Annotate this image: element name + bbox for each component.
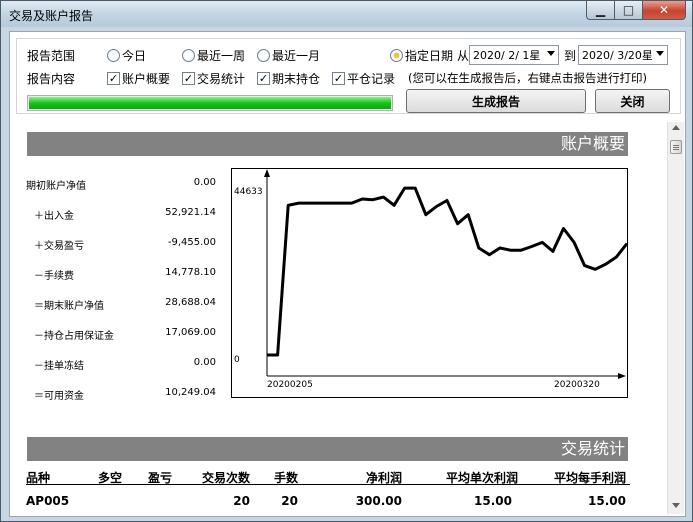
- summary-label: ＋出入金: [34, 211, 74, 222]
- table-cell: AP005: [26, 494, 70, 508]
- summary-value: 17,069.00: [165, 327, 216, 338]
- column-header[interactable]: 盈亏: [148, 469, 188, 486]
- scroll-thumb[interactable]: [670, 140, 682, 154]
- scroll-down-icon[interactable]: [672, 503, 680, 508]
- vertical-scrollbar[interactable]: [667, 122, 684, 514]
- summary-value: 28,688.04: [165, 297, 216, 308]
- chevron-down-icon: [547, 51, 555, 56]
- column-header[interactable]: 平均单次利润: [446, 469, 518, 486]
- check-label: 期末持仓: [272, 72, 321, 86]
- radio-label: 今日: [122, 49, 147, 63]
- table-cell: 20: [281, 494, 298, 508]
- radio-dot: [107, 49, 120, 62]
- radio-label: 最近一月: [272, 49, 321, 63]
- from-date-picker[interactable]: 2020/ 2/ 1星: [469, 45, 559, 65]
- window-title: 交易及账户报告: [9, 9, 94, 23]
- section-header-summary: 账户概要: [27, 132, 628, 156]
- check-end-positions[interactable]: ✓ 期末持仓: [257, 70, 320, 87]
- check-account-summary[interactable]: ✓ 账户概要: [107, 70, 170, 87]
- table-cell: 15.00: [474, 494, 512, 508]
- range-label: 报告范围: [27, 49, 76, 63]
- to-label: 到: [564, 49, 577, 63]
- scroll-up-icon[interactable]: [672, 125, 680, 130]
- column-header[interactable]: 交易次数: [198, 469, 250, 486]
- content-label: 报告内容: [27, 72, 76, 86]
- table-cell: 300.00: [355, 494, 402, 508]
- radio-label: 最近一周: [197, 49, 246, 63]
- table-row: AP005 20 20 300.00 15.00 15.00: [26, 494, 630, 510]
- chevron-down-icon: [656, 51, 664, 56]
- summary-value: 0.00: [193, 357, 216, 368]
- x-tick-label: 20200320: [554, 380, 600, 390]
- checkmark-icon: ✓: [182, 72, 195, 85]
- chart-svg: 44633 0 20200205 20200320: [234, 169, 629, 390]
- radio-dot: [257, 49, 270, 62]
- checkmark-icon: ✓: [257, 72, 270, 85]
- summary-value: 0.00: [193, 177, 216, 188]
- check-label: 账户概要: [122, 72, 171, 86]
- radio-today[interactable]: 今日: [107, 47, 146, 64]
- radio-custom-date[interactable]: 指定日期: [390, 47, 453, 64]
- column-header[interactable]: 多空: [98, 469, 138, 486]
- print-hint: (您可以在生成报告后，右键点击报告进行打印): [408, 71, 647, 85]
- column-header[interactable]: 净利润: [344, 469, 402, 486]
- from-date-value: 2020/ 2/ 1星: [473, 49, 541, 62]
- y-axis-arrow: [264, 169, 270, 177]
- series-line: [267, 186, 629, 357]
- radio-last-month[interactable]: 最近一月: [257, 47, 320, 64]
- to-date-picker[interactable]: 2020/ 3/20星: [578, 45, 668, 65]
- summary-value: -9,455.00: [167, 237, 216, 248]
- summary-label: －挂单冻结: [34, 361, 84, 372]
- progress-fill: [29, 97, 391, 109]
- check-label: 平仓记录: [347, 72, 396, 86]
- section-header-stats: 交易统计: [27, 437, 628, 461]
- minimize-icon: ▁: [595, 3, 606, 17]
- column-header[interactable]: 平均每手利润: [548, 469, 626, 486]
- title-bar[interactable]: 交易及账户报告 ▁ □ ✕: [1, 1, 692, 27]
- from-label: 从: [457, 49, 470, 63]
- check-close-records[interactable]: ✓ 平仓记录: [332, 70, 395, 87]
- summary-label: 期初账户净值: [26, 181, 86, 192]
- options-panel: 报告范围 报告内容 今日 最近一周 最近一月 指定日期 从 2020/ 2/ 1…: [16, 38, 681, 114]
- y-tick-label: 0: [234, 355, 240, 365]
- x-tick-label: 20200205: [267, 380, 313, 390]
- checkmark-icon: ✓: [107, 72, 120, 85]
- summary-value: 14,778.10: [165, 267, 216, 278]
- summary-label: ＝可用资金: [34, 391, 84, 402]
- close-window-button[interactable]: ✕: [642, 1, 686, 20]
- radio-last-week[interactable]: 最近一周: [182, 47, 245, 64]
- table-cell: 20: [233, 494, 250, 508]
- minimize-button[interactable]: ▁: [586, 1, 614, 20]
- progress-bar: [27, 95, 393, 111]
- summary-value: 52,921.14: [165, 207, 216, 218]
- to-date-value: 2020/ 3/20星: [582, 49, 653, 62]
- report-view[interactable]: 账户概要 期初账户净值 0.00 ＋出入金 52,921.14 ＋交易盈亏 -9,455.…: [26, 132, 630, 517]
- stats-table-header: 品种 多空 盈亏 交易次数 手数 净利润 平均单次利润 平均每手利润: [26, 469, 630, 485]
- maximize-button[interactable]: □: [614, 1, 642, 20]
- window-controls: ▁ □ ✕: [586, 1, 686, 20]
- check-trade-stats[interactable]: ✓ 交易统计: [182, 70, 245, 87]
- check-label: 交易统计: [197, 72, 246, 86]
- checkmark-icon: ✓: [332, 72, 345, 85]
- radio-dot-selected: [390, 49, 403, 62]
- client-area: 报告范围 报告内容 今日 最近一周 最近一月 指定日期 从 2020/ 2/ 1…: [9, 31, 686, 517]
- summary-label: －持仓占用保证金: [34, 331, 114, 342]
- summary-label: ＝期末账户净值: [34, 301, 104, 312]
- summary-value: 10,249.04: [165, 387, 216, 398]
- radio-dot: [182, 49, 195, 62]
- table-cell: 15.00: [588, 494, 626, 508]
- column-header[interactable]: 手数: [270, 469, 298, 486]
- maximize-icon: □: [622, 3, 635, 17]
- x-axis-arrow: [618, 373, 626, 379]
- generate-report-button[interactable]: 生成报告: [406, 89, 586, 113]
- radio-label: 指定日期: [405, 49, 454, 63]
- net-value-chart: 44633 0 20200205 20200320: [231, 168, 629, 398]
- summary-label: ＋交易盈亏: [34, 241, 84, 252]
- summary-label: －手续费: [34, 271, 74, 282]
- y-tick-label: 44633: [234, 187, 263, 197]
- report-window: 交易及账户报告 ▁ □ ✕ 报告范围 报告内容 今日 最近一周 最近一月 指定日…: [0, 0, 693, 522]
- close-button[interactable]: 关闭: [595, 89, 670, 113]
- column-header[interactable]: 品种: [26, 469, 86, 486]
- close-icon: ✕: [658, 3, 670, 17]
